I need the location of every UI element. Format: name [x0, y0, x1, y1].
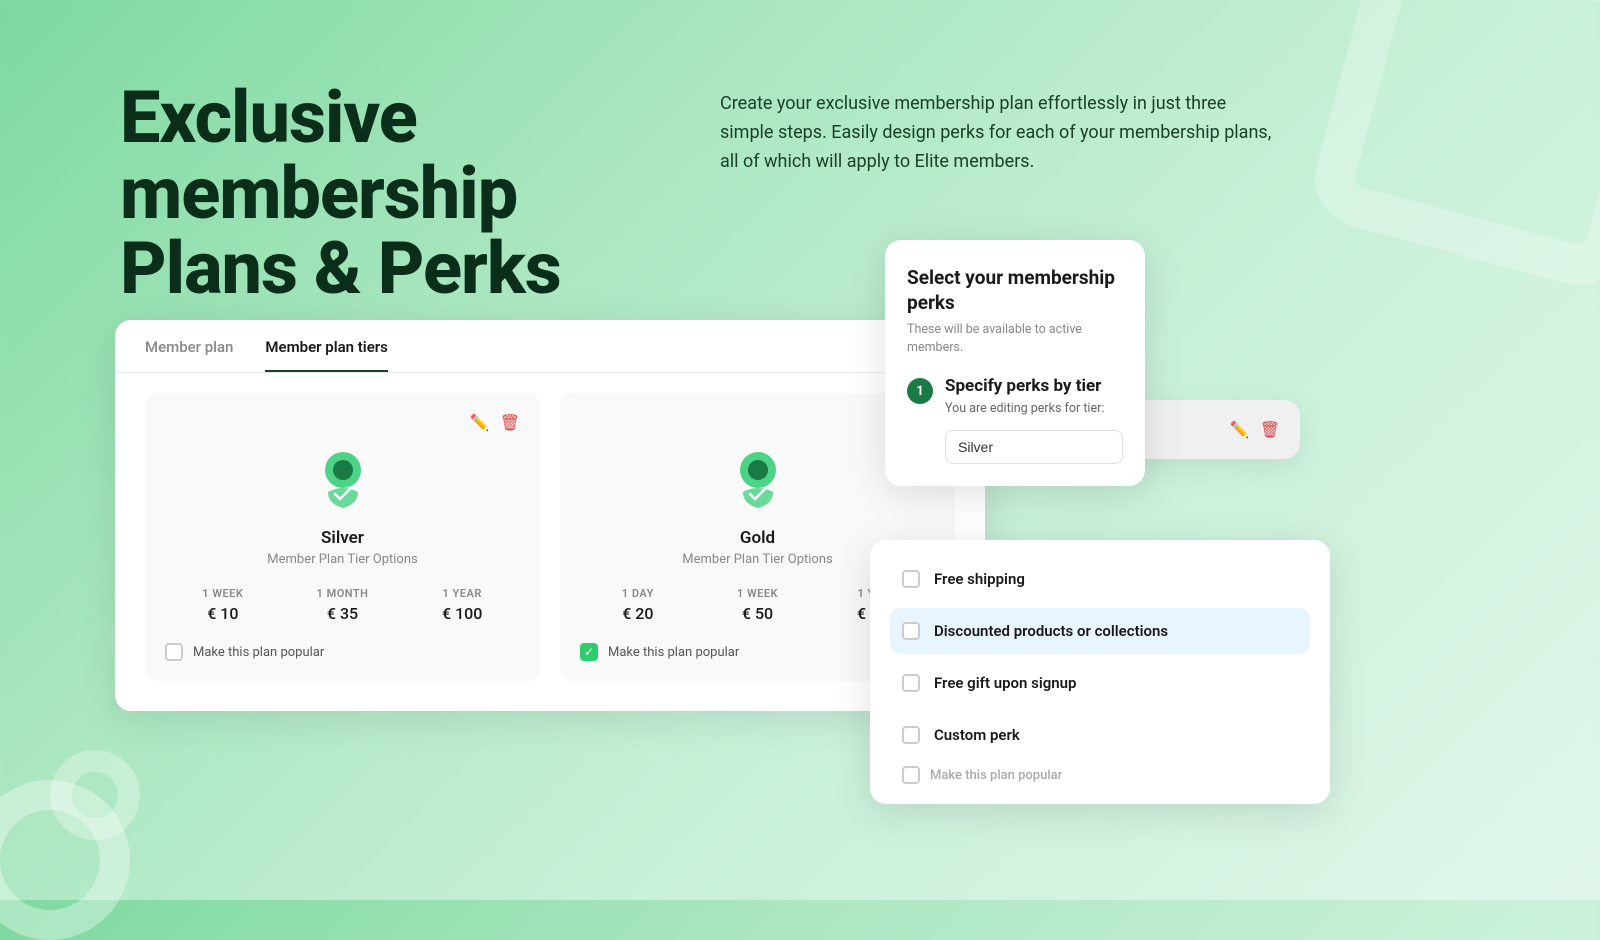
- tier-icon-container-silver: [165, 442, 520, 512]
- description-section: Create your exclusive membership plan ef…: [720, 90, 1280, 176]
- tier-name-input[interactable]: [945, 430, 1123, 464]
- tab-member-plan[interactable]: Member plan: [145, 320, 233, 372]
- make-popular-row-silver[interactable]: Make this plan popular: [165, 643, 520, 661]
- tier-card-silver: ✏️ 🗑 Silver Member Plan Tier Options 1 W…: [145, 393, 540, 681]
- specify-perks-item: 1 Specify perks by tier You are editing …: [907, 376, 1123, 464]
- tier-prices-silver: 1 WEEK € 10 1 MONTH € 35 1 YEAR € 100: [165, 587, 520, 623]
- perk-label-discounted: Discounted products or collections: [934, 622, 1168, 640]
- price-col-1w: 1 WEEK € 10: [165, 587, 281, 623]
- perk-item-free-shipping[interactable]: Free shipping: [890, 556, 1310, 602]
- tier-icon-silver: [308, 442, 378, 512]
- perks-list-card: Free shipping Discounted products or col…: [870, 540, 1330, 804]
- perk-item-discounted[interactable]: Discounted products or collections: [890, 608, 1310, 654]
- perk-label-custom: Custom perk: [934, 726, 1020, 744]
- tier-actions-silver: ✏️ 🗑: [165, 413, 520, 432]
- specify-perks-title: Specify perks by tier: [945, 376, 1123, 396]
- tier-subtitle-silver: Member Plan Tier Options: [165, 552, 520, 567]
- tabs-container: Member plan Member plan tiers: [115, 320, 985, 373]
- edit-icon-silver[interactable]: ✏️: [470, 413, 490, 432]
- description-text: Create your exclusive membership plan ef…: [720, 90, 1280, 176]
- step-circle: 1: [907, 378, 933, 404]
- tiers-container: ✏️ 🗑 Silver Member Plan Tier Options 1 W…: [115, 373, 985, 711]
- headline-section: Exclusive membership Plans & Perks: [120, 80, 640, 307]
- perk-checkbox-free-shipping[interactable]: [902, 570, 920, 588]
- specify-perks-content: Specify perks by tier You are editing pe…: [945, 376, 1123, 464]
- price-col-1y: 1 YEAR € 100: [404, 587, 520, 623]
- make-popular-label-silver: Make this plan popular: [193, 645, 324, 660]
- perk-label-free-shipping: Free shipping: [934, 570, 1025, 588]
- perks-popular-label: Make this plan popular: [930, 768, 1062, 783]
- headline-text: Exclusive membership Plans & Perks: [120, 80, 640, 307]
- perks-select-title: Select your membership perks: [907, 266, 1123, 315]
- tier-icon-container-gold: [580, 442, 935, 512]
- bg-decoration-top-right: [1304, 0, 1600, 296]
- make-popular-checkbox-silver[interactable]: [165, 643, 183, 661]
- make-popular-checkbox-gold[interactable]: ✓: [580, 643, 598, 661]
- tier-name-silver: Silver: [165, 528, 520, 548]
- perks-select-card: Select your membership perks These will …: [885, 240, 1145, 486]
- delete-icon-third[interactable]: 🗑: [1260, 420, 1280, 439]
- perk-checkbox-discounted[interactable]: [902, 622, 920, 640]
- bg-decoration-bottom-left2: [50, 750, 140, 840]
- delete-icon-silver[interactable]: 🗑: [500, 413, 520, 432]
- perk-checkbox-custom[interactable]: [902, 726, 920, 744]
- gold-price-col-1d: 1 DAY € 20: [580, 587, 696, 623]
- perk-item-free-gift[interactable]: Free gift upon signup: [890, 660, 1310, 706]
- main-card: Member plan Member plan tiers ✏️ 🗑 Silve…: [115, 320, 985, 711]
- specify-perks-desc: You are editing perks for tier:: [945, 400, 1123, 418]
- perks-select-subtitle: These will be available to active member…: [907, 321, 1123, 356]
- tier-icon-gold: [723, 442, 793, 512]
- perk-item-custom[interactable]: Custom perk: [890, 712, 1310, 758]
- perks-popular-row[interactable]: Make this plan popular: [890, 766, 1310, 784]
- gold-price-col-1w: 1 WEEK € 50: [700, 587, 816, 623]
- tab-member-plan-tiers[interactable]: Member plan tiers: [265, 320, 387, 372]
- perk-checkbox-free-gift[interactable]: [902, 674, 920, 692]
- tier-actions-gold: ✏️ 🗑: [580, 413, 935, 432]
- perks-popular-checkbox[interactable]: [902, 766, 920, 784]
- make-popular-label-gold: Make this plan popular: [608, 645, 739, 660]
- price-col-1m: 1 MONTH € 35: [285, 587, 401, 623]
- perk-label-free-gift: Free gift upon signup: [934, 674, 1076, 692]
- edit-icon-third[interactable]: ✏️: [1230, 420, 1250, 439]
